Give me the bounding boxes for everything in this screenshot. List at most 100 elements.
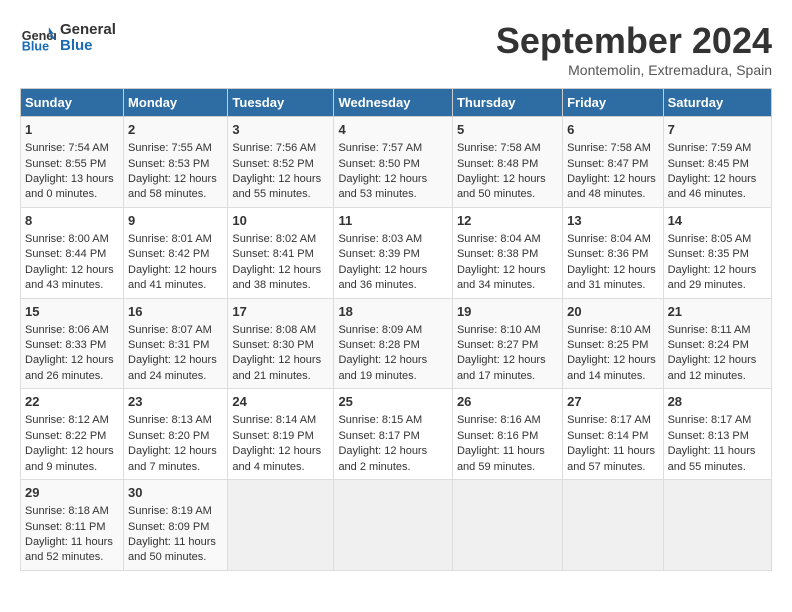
daylight: Daylight: 12 hours and 24 minutes. [128,354,217,381]
sunset: Sunset: 8:48 PM [457,158,538,170]
calendar-cell: 10Sunrise: 8:02 AMSunset: 8:41 PMDayligh… [228,207,334,298]
sunset: Sunset: 8:13 PM [668,430,749,442]
calendar-cell: 13Sunrise: 8:04 AMSunset: 8:36 PMDayligh… [563,207,663,298]
sunset: Sunset: 8:31 PM [128,339,209,351]
sunset: Sunset: 8:45 PM [668,158,749,170]
calendar-cell: 29Sunrise: 8:18 AMSunset: 8:11 PMDayligh… [21,480,124,571]
day-number: 21 [668,303,767,321]
sunrise: Sunrise: 8:06 AM [25,324,109,336]
calendar-cell: 6Sunrise: 7:58 AMSunset: 8:47 PMDaylight… [563,117,663,208]
sunset: Sunset: 8:41 PM [232,248,313,260]
day-number: 13 [567,212,658,230]
sunset: Sunset: 8:24 PM [668,339,749,351]
sunrise: Sunrise: 8:05 AM [668,233,752,245]
sunrise: Sunrise: 7:54 AM [25,142,109,154]
calendar-row: 29Sunrise: 8:18 AMSunset: 8:11 PMDayligh… [21,480,772,571]
logo-icon: General Blue [20,20,56,56]
day-number: 11 [338,212,448,230]
daylight: Daylight: 12 hours and 2 minutes. [338,445,427,472]
daylight: Daylight: 12 hours and 26 minutes. [25,354,114,381]
sunset: Sunset: 8:53 PM [128,158,209,170]
sunrise: Sunrise: 8:17 AM [668,414,752,426]
logo-line2: Blue [60,38,116,55]
logo: General Blue General Blue [20,20,116,56]
calendar-cell: 5Sunrise: 7:58 AMSunset: 8:48 PMDaylight… [452,117,562,208]
logo-line1: General [60,22,116,39]
daylight: Daylight: 12 hours and 4 minutes. [232,445,321,472]
daylight: Daylight: 12 hours and 38 minutes. [232,264,321,291]
calendar-header-friday: Friday [563,89,663,117]
daylight: Daylight: 12 hours and 46 minutes. [668,173,757,200]
calendar-row: 15Sunrise: 8:06 AMSunset: 8:33 PMDayligh… [21,298,772,389]
sunset: Sunset: 8:42 PM [128,248,209,260]
calendar-cell: 24Sunrise: 8:14 AMSunset: 8:19 PMDayligh… [228,389,334,480]
day-number: 14 [668,212,767,230]
sunrise: Sunrise: 7:55 AM [128,142,212,154]
day-number: 3 [232,121,329,139]
sunrise: Sunrise: 8:02 AM [232,233,316,245]
calendar-cell: 25Sunrise: 8:15 AMSunset: 8:17 PMDayligh… [334,389,453,480]
calendar-cell: 26Sunrise: 8:16 AMSunset: 8:16 PMDayligh… [452,389,562,480]
day-number: 18 [338,303,448,321]
sunrise: Sunrise: 8:15 AM [338,414,422,426]
sunrise: Sunrise: 8:00 AM [25,233,109,245]
calendar-header-sunday: Sunday [21,89,124,117]
calendar-header-tuesday: Tuesday [228,89,334,117]
calendar-cell: 30Sunrise: 8:19 AMSunset: 8:09 PMDayligh… [124,480,228,571]
calendar-cell: 14Sunrise: 8:05 AMSunset: 8:35 PMDayligh… [663,207,771,298]
calendar-cell: 27Sunrise: 8:17 AMSunset: 8:14 PMDayligh… [563,389,663,480]
sunset: Sunset: 8:47 PM [567,158,648,170]
sunset: Sunset: 8:50 PM [338,158,419,170]
sunrise: Sunrise: 8:14 AM [232,414,316,426]
sunset: Sunset: 8:30 PM [232,339,313,351]
calendar-header-thursday: Thursday [452,89,562,117]
title-block: September 2024 Montemolin, Extremadura, … [496,20,772,78]
calendar-cell: 9Sunrise: 8:01 AMSunset: 8:42 PMDaylight… [124,207,228,298]
calendar-cell: 23Sunrise: 8:13 AMSunset: 8:20 PMDayligh… [124,389,228,480]
calendar-cell: 22Sunrise: 8:12 AMSunset: 8:22 PMDayligh… [21,389,124,480]
calendar-cell: 2Sunrise: 7:55 AMSunset: 8:53 PMDaylight… [124,117,228,208]
day-number: 20 [567,303,658,321]
sunset: Sunset: 8:22 PM [25,430,106,442]
calendar-cell: 16Sunrise: 8:07 AMSunset: 8:31 PMDayligh… [124,298,228,389]
sunset: Sunset: 8:17 PM [338,430,419,442]
sunrise: Sunrise: 7:57 AM [338,142,422,154]
sunrise: Sunrise: 8:17 AM [567,414,651,426]
sunset: Sunset: 8:52 PM [232,158,313,170]
daylight: Daylight: 12 hours and 34 minutes. [457,264,546,291]
sunset: Sunset: 8:36 PM [567,248,648,260]
calendar-row: 8Sunrise: 8:00 AMSunset: 8:44 PMDaylight… [21,207,772,298]
calendar-cell: 7Sunrise: 7:59 AMSunset: 8:45 PMDaylight… [663,117,771,208]
calendar-header-wednesday: Wednesday [334,89,453,117]
calendar-cell: 21Sunrise: 8:11 AMSunset: 8:24 PMDayligh… [663,298,771,389]
calendar-cell [228,480,334,571]
calendar-header-monday: Monday [124,89,228,117]
day-number: 12 [457,212,558,230]
sunrise: Sunrise: 8:10 AM [567,324,651,336]
daylight: Daylight: 12 hours and 17 minutes. [457,354,546,381]
day-number: 6 [567,121,658,139]
day-number: 17 [232,303,329,321]
day-number: 15 [25,303,119,321]
sunrise: Sunrise: 8:01 AM [128,233,212,245]
calendar-cell [334,480,453,571]
daylight: Daylight: 12 hours and 7 minutes. [128,445,217,472]
day-number: 22 [25,393,119,411]
day-number: 27 [567,393,658,411]
calendar-cell [563,480,663,571]
day-number: 9 [128,212,223,230]
sunrise: Sunrise: 8:07 AM [128,324,212,336]
main-title: September 2024 [496,20,772,62]
daylight: Daylight: 12 hours and 50 minutes. [457,173,546,200]
sunrise: Sunrise: 8:13 AM [128,414,212,426]
sunset: Sunset: 8:28 PM [338,339,419,351]
sunset: Sunset: 8:19 PM [232,430,313,442]
calendar-row: 1Sunrise: 7:54 AMSunset: 8:55 PMDaylight… [21,117,772,208]
sunset: Sunset: 8:14 PM [567,430,648,442]
sunset: Sunset: 8:11 PM [25,521,106,533]
daylight: Daylight: 12 hours and 36 minutes. [338,264,427,291]
sunrise: Sunrise: 8:08 AM [232,324,316,336]
sunset: Sunset: 8:25 PM [567,339,648,351]
sunrise: Sunrise: 7:58 AM [457,142,541,154]
daylight: Daylight: 11 hours and 52 minutes. [25,536,113,563]
